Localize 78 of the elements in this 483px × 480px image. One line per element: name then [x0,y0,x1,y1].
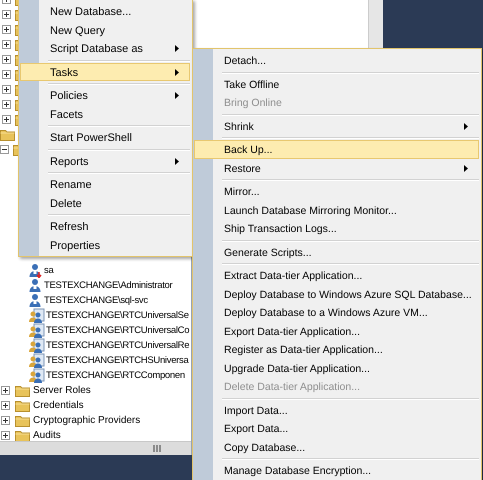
menu-item[interactable]: Rename [20,175,190,194]
menu-item[interactable]: Extract Data-tier Application... [194,266,479,284]
user-icon [28,278,43,293]
user-denied-icon [28,263,43,278]
expand-icon[interactable] [1,401,10,410]
submenu-arrow-icon [175,158,179,164]
menu-item[interactable]: Delete [20,194,190,212]
menu-item[interactable]: Restore [194,158,479,177]
login-name[interactable]: TESTEXCHANGE\sql-svc [44,293,148,308]
menu-item[interactable]: New Database... [20,2,190,20]
horizontal-scrollbar[interactable] [0,441,191,455]
menu-item[interactable]: Copy Database... [194,438,479,456]
menu-item[interactable]: Launch Database Mirroring Monitor... [194,200,479,219]
menu-item[interactable]: Deploy Database to a Windows Azure VM... [194,303,479,322]
menu-item[interactable]: Manage Database Encryption... [194,461,479,480]
menu-item[interactable]: Script Database as [20,39,190,58]
submenu-arrow-icon [464,122,468,130]
submenu-arrow-icon [175,92,179,99]
menu-item[interactable]: New Query [20,20,190,39]
expand-icon[interactable] [2,55,11,64]
submenu-arrow-icon [464,164,468,172]
user-icon [28,293,43,308]
menu-item[interactable]: Shrink [194,116,479,135]
folder-icon [15,414,30,427]
expand-icon[interactable] [2,70,11,79]
menu-item[interactable]: Export Data... [194,419,479,438]
expand-icon[interactable] [1,431,10,440]
expand-icon[interactable] [2,25,11,34]
menu-item[interactable]: Import Data... [194,400,479,419]
submenu-arrow-icon [175,45,179,52]
expand-icon[interactable] [2,100,11,109]
user-group-icon [28,368,45,383]
menu-item[interactable]: Properties [20,236,190,254]
menu-item[interactable]: Detach... [194,51,479,70]
menu-item[interactable]: Start PowerShell [20,128,190,146]
login-name[interactable]: TESTEXCHANGE\Administrator [44,278,172,293]
menu-item[interactable]: Mirror... [194,182,479,200]
folder-icon [15,384,30,397]
menu-item[interactable]: Deploy Database to Windows Azure SQL Database... [194,284,479,303]
collapse-icon[interactable] [0,145,9,154]
expand-icon[interactable] [2,10,11,19]
folder-name[interactable]: Cryptographic Providers [33,413,140,428]
login-name[interactable]: TESTEXCHANGE\RTCComponen [46,368,185,383]
expand-icon[interactable] [2,85,11,94]
login-name[interactable]: TESTEXCHANGE\RTCUniversalCo [46,323,190,338]
menu-item[interactable]: Refresh [20,217,190,236]
login-name[interactable]: TESTEXCHANGE\RTCUniversalSe [46,308,189,323]
menu-item[interactable]: Facets [20,104,190,123]
menu-item[interactable]: Tasks [20,62,190,81]
menu-item[interactable]: Back Up... [194,140,479,158]
login-name[interactable]: TESTEXCHANGE\RTCHSUniversa [46,353,188,368]
login-name[interactable]: sa [44,263,54,278]
folder-icon [0,128,15,141]
menu-item[interactable]: Policies [20,86,190,104]
expand-icon[interactable] [2,40,11,49]
login-name[interactable]: TESTEXCHANGE\RTCUniversalRe [46,338,190,353]
folder-name[interactable]: Credentials [33,398,84,413]
expand-icon[interactable] [2,115,11,124]
menu-item[interactable]: Generate Scripts... [194,242,479,261]
folder-name[interactable]: Server Roles [33,383,91,398]
user-group-icon [28,323,45,338]
folder-icon [15,399,30,412]
folder-icon [15,429,30,442]
vertical-scrollbar[interactable] [368,0,383,50]
menu-item[interactable]: Export Data-tier Application... [194,322,479,340]
menu-item[interactable]: Register as Data-tier Application... [194,340,479,358]
user-group-icon [28,338,45,353]
user-group-icon [28,353,45,368]
menu-item[interactable]: Upgrade Data-tier Application... [194,358,479,377]
menu-item[interactable]: Reports [20,152,190,170]
menu-item[interactable]: Take Offline [194,74,479,93]
submenu-arrow-icon [175,68,179,76]
expand-icon[interactable] [1,416,10,425]
folder-name[interactable]: Audits [33,428,61,443]
user-group-icon [28,308,45,323]
expand-icon[interactable] [1,386,10,395]
grip-icon [153,445,161,452]
menu-item[interactable]: Ship Transaction Logs... [194,219,479,238]
